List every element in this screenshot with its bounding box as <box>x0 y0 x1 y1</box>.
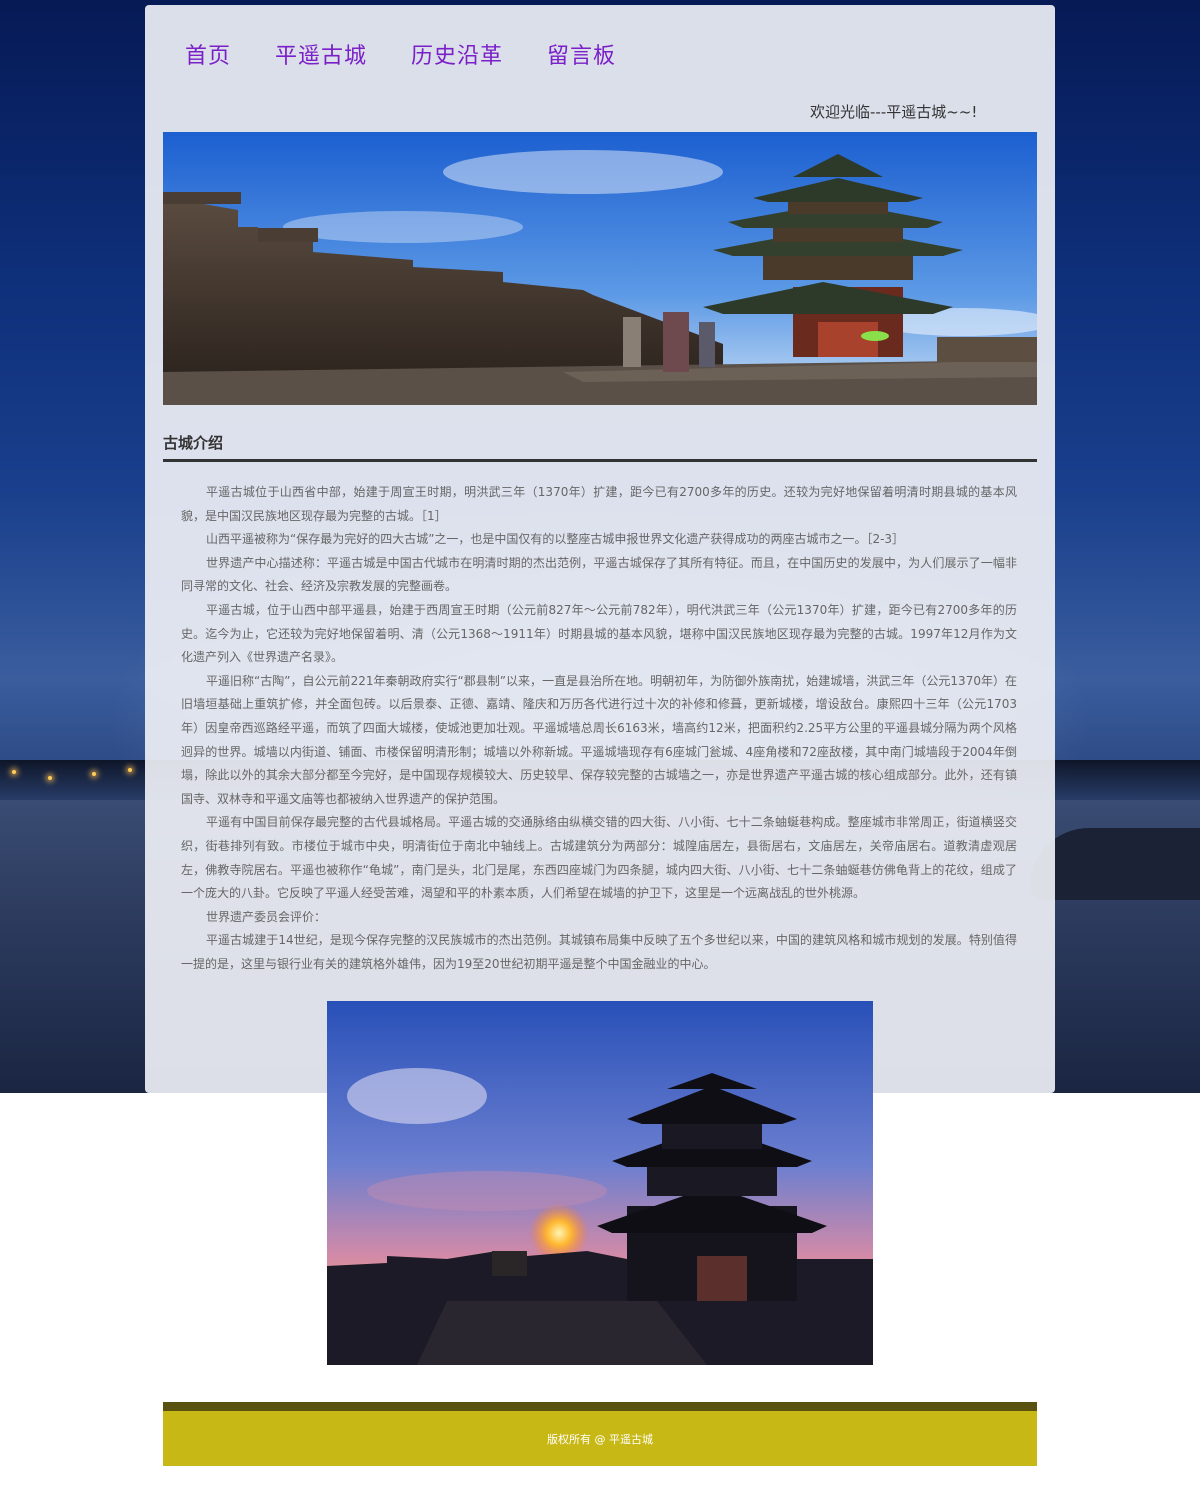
paragraph: 平遥古城位于山西省中部，始建于周宣王时期，明洪武三年（1370年）扩建，距今已有… <box>181 485 1017 523</box>
main-nav: 首页 平遥古城 历史沿革 留言板 <box>185 38 616 70</box>
paragraph: 平遥古城，位于山西中部平遥县，始建于西周宣王时期（公元前827年～公元前782年… <box>181 602 1017 665</box>
background-light <box>12 770 16 774</box>
paragraph: 平遥古城建于14世纪，是现今保存完整的汉民族城市的杰出范例。其城镇布局集中反映了… <box>181 933 1017 971</box>
section-divider <box>163 459 1037 462</box>
paragraph: 山西平遥被称为“保存最为完好的四大古城”之一，也是中国仅有的以整座古城申报世界文… <box>206 532 905 547</box>
banner-image <box>163 132 1037 405</box>
section-title: 古城介绍 <box>163 434 224 452</box>
footer: 版权所有 @ 平遥古城 <box>163 1411 1037 1466</box>
background-rock <box>1030 828 1200 900</box>
paragraph: 平遥旧称“古陶”，自公元前221年秦朝政府实行“郡县制”以来，一直是县治所在地。… <box>181 673 1017 806</box>
tower-sunset-image <box>327 1001 873 1365</box>
nav-history[interactable]: 历史沿革 <box>411 38 503 70</box>
footer-top-bar <box>163 1402 1037 1411</box>
background-light <box>128 768 132 772</box>
nav-home[interactable]: 首页 <box>185 38 231 70</box>
paragraph: 世界遗产委员会评价： <box>206 909 327 924</box>
nav-guestbook[interactable]: 留言板 <box>547 38 616 70</box>
nav-pingyao-ancient-city[interactable]: 平遥古城 <box>275 38 367 70</box>
paragraph: 世界遗产中心描述称：平遥古城是中国古代城市在明清时期的杰出范例，平遥古城保存了其… <box>181 555 1017 594</box>
welcome-text: 欢迎光临---平遥古城~~! <box>810 103 978 121</box>
intro-content: 平遥古城位于山西省中部，始建于周宣王时期，明洪武三年（1370年）扩建，距今已有… <box>181 481 1017 976</box>
paragraph: 平遥有中国目前保存最完整的古代县城格局。平遥古城的交通脉络由纵横交错的四大街、八… <box>181 815 1017 901</box>
copyright-text: 版权所有 @ 平遥古城 <box>547 1432 653 1446</box>
background-light <box>48 776 52 780</box>
background-light <box>92 772 96 776</box>
